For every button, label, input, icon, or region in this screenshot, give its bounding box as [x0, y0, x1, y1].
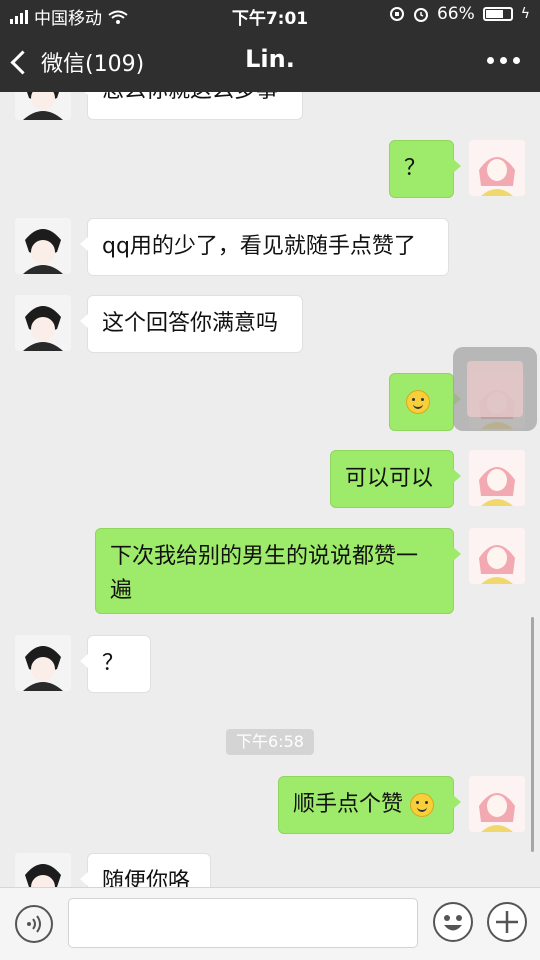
thumbnail-avatar	[467, 361, 523, 417]
message-bubble[interactable]: 怎么你就这么多事	[80, 92, 303, 120]
message-bubble[interactable]: 随便你咯	[80, 853, 211, 888]
voice-icon[interactable]	[15, 905, 53, 943]
orientation-lock-icon	[389, 7, 404, 21]
floating-window-thumbnail[interactable]	[453, 347, 537, 431]
smiley-emoji-icon	[410, 793, 435, 817]
message-text: 顺手点个赞	[293, 792, 404, 817]
plus-icon[interactable]	[487, 902, 527, 942]
status-bar: 中国移动 下午7:01 66% ϟ	[0, 0, 540, 30]
my-avatar[interactable]	[469, 140, 525, 196]
contact-avatar[interactable]	[15, 853, 71, 888]
scrollbar[interactable]	[531, 617, 534, 852]
message-bubble[interactable]	[389, 373, 461, 431]
emoji-icon[interactable]	[433, 902, 473, 942]
battery-icon	[482, 7, 513, 21]
alarm-icon	[413, 8, 428, 22]
message-bubble[interactable]: ？	[389, 140, 461, 198]
my-avatar[interactable]	[469, 528, 525, 584]
message-bubble[interactable]: 下次我给别的男生的说说都赞一遍	[95, 528, 461, 614]
smiley-emoji-icon	[406, 390, 430, 414]
contact-avatar[interactable]	[15, 295, 71, 351]
message-list[interactable]: 怎么你就这么多事 ？ qq用的少了，看见就随手点赞了 这个回答你满意吗 可以可以…	[0, 92, 540, 888]
charging-icon: ϟ	[520, 6, 530, 22]
contact-avatar[interactable]	[15, 635, 71, 691]
chat-header: 微信(109) Lin.	[0, 30, 540, 92]
my-avatar[interactable]	[469, 450, 525, 506]
contact-avatar[interactable]	[15, 92, 71, 120]
message-bubble[interactable]: 顺手点个赞	[278, 776, 461, 834]
contact-avatar[interactable]	[15, 218, 71, 274]
battery-percent: 66%	[436, 4, 475, 24]
message-bubble[interactable]: qq用的少了，看见就随手点赞了	[80, 218, 449, 276]
message-bubble[interactable]: ？	[80, 635, 151, 693]
input-bar	[0, 887, 540, 960]
my-avatar[interactable]	[469, 776, 525, 832]
more-dots-icon[interactable]	[487, 57, 520, 64]
timestamp: 下午6:58	[226, 729, 314, 755]
message-input[interactable]	[68, 898, 418, 948]
message-bubble[interactable]: 可以可以	[330, 450, 461, 508]
chat-title: Lin.	[245, 45, 295, 73]
message-bubble[interactable]: 这个回答你满意吗	[80, 295, 303, 353]
